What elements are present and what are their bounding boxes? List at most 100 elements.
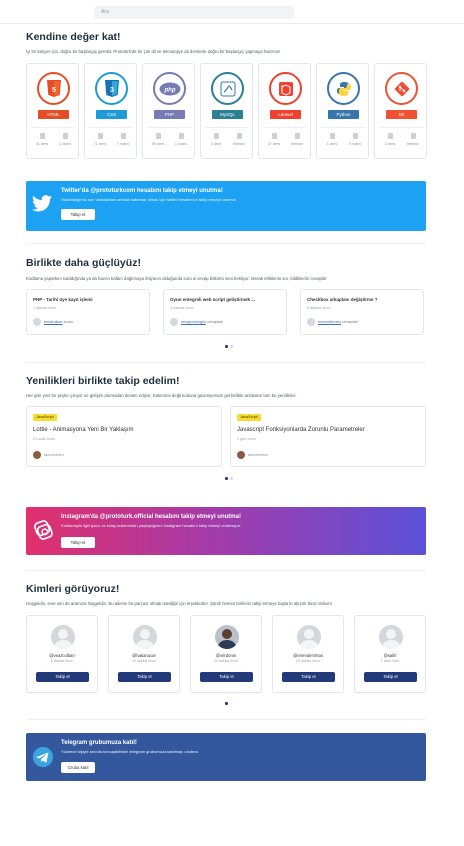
- user-joined-time: 8 dakika önce: [50, 659, 74, 663]
- hero-description: İyi bir kariyer için, doğru bir başlangı…: [26, 49, 281, 54]
- course-card-git[interactable]: Git 2 ders belirsiz: [374, 63, 427, 159]
- follow-button[interactable]: Takip et: [282, 672, 335, 682]
- question-card[interactable]: PHP - Tarihi üye kayıt işlemi 1 dakika ön…: [26, 289, 150, 335]
- category-badge[interactable]: JavaScript: [237, 414, 261, 421]
- document-icon: [329, 133, 335, 139]
- course-card-mysql[interactable]: MySQL 2 ders belirsiz: [200, 63, 253, 159]
- question-card[interactable]: Checkbox arkaplanı değiştirme ? 6 dakika …: [300, 289, 424, 335]
- lesson-count-text: 71 ders: [93, 142, 107, 146]
- section-divider: [26, 243, 426, 244]
- user-name[interactable]: @salih: [355, 653, 425, 658]
- svg-text:php: php: [163, 87, 175, 93]
- user-name[interactable]: @verdoros: [191, 653, 261, 658]
- question-time: 3 dakika önce: [170, 306, 194, 310]
- instagram-banner: Instagram'da @prototurk.official hesabın…: [26, 507, 426, 555]
- user-name[interactable]: @veazcolban: [27, 653, 97, 658]
- author-name: tanfurebilen: [248, 453, 268, 457]
- avatar[interactable]: [133, 625, 157, 649]
- community-title: Birlikte daha güçlüyüz!: [26, 257, 141, 269]
- article-card[interactable]: JavaScript Lottie - Animasyona Yeni Bir Y…: [26, 406, 222, 467]
- question-user: emrealiemres cevapladı: [307, 318, 358, 327]
- search-input[interactable]: Ara: [94, 6, 294, 19]
- question-action: cevapladı: [342, 320, 359, 324]
- course-card-php[interactable]: php PHP 59 ders 1 video: [142, 63, 195, 159]
- username-link[interactable]: mxuguranoglin: [181, 320, 206, 324]
- avatar[interactable]: [379, 625, 403, 649]
- pagination-dot[interactable]: [230, 477, 233, 480]
- document-icon: [387, 133, 393, 139]
- username-link[interactable]: ensarolkan: [44, 320, 63, 324]
- question-user: ensarolkan sordu: [33, 318, 73, 327]
- avatar[interactable]: [215, 625, 239, 649]
- video-count-text: 7 video: [116, 142, 130, 146]
- avatar[interactable]: [297, 625, 321, 649]
- course-stats: 59 ders 1 video: [147, 133, 192, 151]
- video-count: 9 video: [344, 133, 366, 146]
- avatar[interactable]: [51, 625, 75, 649]
- follow-button[interactable]: Takip et: [36, 672, 89, 682]
- twitter-banner-description: Hazırladığımız son videolardan anında ha…: [61, 197, 236, 202]
- article-title[interactable]: Javascript Fonksiyonlarda Zorunlu Parame…: [237, 427, 365, 433]
- course-stats: 2 ders belirsiz: [205, 133, 250, 151]
- pagination-dot[interactable]: [230, 345, 233, 348]
- instagram-follow-button[interactable]: Takip et: [61, 537, 95, 548]
- follow-button[interactable]: Takip et: [364, 672, 417, 682]
- user-name[interactable]: @emredemirtas: [273, 653, 343, 658]
- username-link[interactable]: emrealiemres: [318, 320, 341, 324]
- svg-text:3: 3: [110, 87, 114, 94]
- twitter-follow-button[interactable]: Takip et: [61, 209, 95, 220]
- video-count-text: 9 video: [348, 142, 362, 146]
- avatar[interactable]: [307, 318, 315, 326]
- article-author[interactable]: tanfurebilen: [237, 451, 268, 459]
- svg-text:5: 5: [52, 87, 56, 94]
- question-time: 1 dakika önce: [33, 306, 57, 310]
- follow-button[interactable]: Takip et: [200, 672, 253, 682]
- question-card[interactable]: Oyun entegreli web script geliştirmek ..…: [163, 289, 287, 335]
- lesson-count-text: 1 ders: [326, 142, 338, 146]
- course-card-css[interactable]: 3 CSS 71 ders 7 video: [84, 63, 137, 159]
- user-card: @hakanucar 19 dakika önce Takip et: [108, 615, 180, 693]
- user-joined-time: 25 dakika önce: [295, 659, 321, 663]
- course-divider: [379, 127, 423, 128]
- video-count-text: belirsiz: [233, 142, 245, 146]
- course-divider: [321, 127, 365, 128]
- course-card-python[interactable]: Python 1 ders 9 video: [316, 63, 369, 159]
- pagination-dot-active[interactable]: [225, 345, 228, 348]
- pagination-dot-active[interactable]: [225, 477, 228, 480]
- section-divider: [26, 362, 426, 363]
- question-user: mxuguranoglin cevapladı: [170, 318, 223, 327]
- course-card-laravel[interactable]: Laravel 37 ders belirsiz: [258, 63, 311, 159]
- user-joined-time: 19 dakika önce: [131, 659, 157, 663]
- updates-description: Her gün yeni bir şeyler çıkıyor ve geliş…: [26, 393, 297, 398]
- follow-button[interactable]: Takip et: [118, 672, 171, 682]
- video-count: 1 video: [170, 133, 192, 146]
- document-icon: [39, 133, 45, 139]
- lesson-count-text: 31 ders: [35, 142, 49, 146]
- avatar[interactable]: [33, 318, 41, 326]
- article-title[interactable]: Lottie - Animasyona Yeni Bir Yaklaşım: [33, 427, 134, 433]
- course-label: MySQL: [212, 110, 243, 119]
- question-title[interactable]: Oyun entegreli web script geliştirmek ..…: [170, 297, 282, 302]
- question-title[interactable]: PHP - Tarihi üye kayıt işlemi: [33, 297, 145, 302]
- video-icon: [352, 133, 358, 139]
- video-count-text: 1 video: [58, 142, 72, 146]
- updates-title: Yenilikleri birlikte takip edelim!: [26, 375, 180, 387]
- user-name[interactable]: @hakanucar: [109, 653, 179, 658]
- video-icon: [120, 133, 126, 139]
- course-divider: [31, 127, 75, 128]
- question-title[interactable]: Checkbox arkaplanı değiştirme ?: [307, 297, 419, 302]
- course-label: Git: [386, 110, 417, 119]
- pagination-dot-active[interactable]: [225, 702, 228, 705]
- category-badge[interactable]: JavaScript: [33, 414, 57, 421]
- hero-title: Kendine değer kat!: [26, 31, 121, 43]
- avatar[interactable]: [170, 318, 178, 326]
- video-count-text: 1 video: [174, 142, 188, 146]
- user-card: @salih 1 saat önce Takip et: [354, 615, 426, 693]
- article-time: 1 gün önce: [237, 437, 256, 441]
- course-card-html[interactable]: 5 HTML 31 ders 1 video: [26, 63, 79, 159]
- git-icon: [385, 72, 418, 105]
- telegram-join-button[interactable]: Gruba katıl: [61, 762, 95, 773]
- telegram-banner-title: Telegram grubumuza katıl!: [61, 740, 137, 746]
- article-card[interactable]: JavaScript Javascript Fonksiyonlarda Zoru…: [230, 406, 426, 467]
- article-author[interactable]: tanfurebilen: [33, 451, 64, 459]
